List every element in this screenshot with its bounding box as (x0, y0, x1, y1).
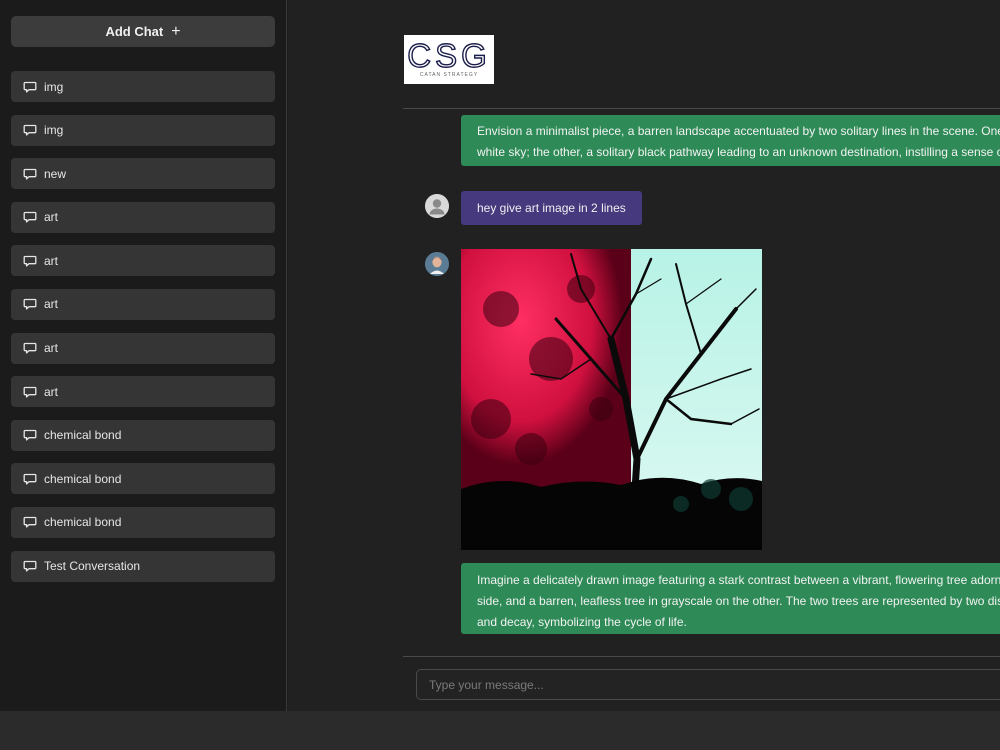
message-line: side, and a barren, leafless tree in gra… (477, 594, 1000, 608)
composer-divider (403, 656, 1000, 657)
chat-item-label: img (44, 79, 64, 94)
add-chat-label: Add Chat (105, 24, 164, 39)
add-chat-button[interactable]: Add Chat + (11, 16, 275, 47)
chat-bubble-icon (23, 297, 37, 311)
message-line: white sky; the other, a solitary black p… (477, 145, 1000, 159)
chat-bubble-icon (23, 515, 37, 529)
bot-avatar (425, 252, 449, 276)
chat-item[interactable]: img (11, 71, 275, 102)
chat-item-label: art (44, 253, 59, 268)
chat-bubble-icon (23, 385, 37, 399)
chat-item-label: chemical bond (44, 471, 122, 486)
chat-item-label: art (44, 384, 59, 399)
chat-item-label: art (44, 297, 59, 312)
chat-item[interactable]: art (11, 376, 275, 408)
chat-bubble-icon (23, 472, 37, 486)
sidebar: Add Chat + img img new art art art art a… (0, 0, 287, 711)
header-divider (403, 108, 1000, 109)
chat-bubble-icon (23, 254, 37, 268)
bottom-bar (0, 711, 1000, 750)
chat-item[interactable]: new (11, 158, 275, 190)
chat-item[interactable]: Test Conversation (11, 550, 275, 582)
message-input[interactable] (416, 669, 1000, 700)
chat-item[interactable]: chemical bond (11, 419, 275, 451)
chat-bubble-icon (23, 167, 37, 181)
generated-art-image (461, 249, 762, 550)
user-message: hey give art image in 2 lines (461, 191, 642, 225)
chat-item-label: chemical bond (44, 428, 122, 443)
chat-main: CSG CATAN STRATEGY Envision a minimalist… (288, 0, 1000, 711)
chat-bubble-icon (23, 428, 37, 442)
chat-item[interactable]: art (11, 245, 275, 277)
brand-logo: CSG CATAN STRATEGY (404, 35, 494, 84)
chat-bubble-icon (23, 123, 37, 137)
chat-item[interactable]: chemical bond (11, 463, 275, 495)
assistant-message: Envision a minimalist piece, a barren la… (461, 115, 1000, 166)
plus-icon: + (171, 22, 181, 40)
chat-item[interactable]: art (11, 201, 275, 233)
chat-item-label: art (44, 341, 59, 356)
chat-item[interactable]: chemical bond (11, 506, 275, 538)
chat-item[interactable]: art (11, 332, 275, 364)
chat-item[interactable]: art (11, 288, 275, 320)
message-line: Envision a minimalist piece, a barren la… (477, 124, 1000, 138)
chat-bubble-icon (23, 341, 37, 355)
logo-subtext: CATAN STRATEGY (419, 72, 479, 78)
chat-bubble-icon (23, 80, 37, 94)
chat-bubble-icon (23, 559, 37, 573)
message-line: and decay, symbolizing the cycle of life… (477, 615, 687, 629)
assistant-message: Imagine a delicately drawn image featuri… (461, 563, 1000, 634)
chat-list: img img new art art art art art chemical… (11, 71, 275, 594)
chat-item-label: Test Conversation (44, 559, 141, 574)
chat-item-label: art (44, 210, 59, 225)
chat-item-label: img (44, 123, 64, 138)
chat-item-label: new (44, 166, 67, 181)
chat-bubble-icon (23, 210, 37, 224)
chat-item[interactable]: img (11, 114, 275, 146)
message-line: Imagine a delicately drawn image featuri… (477, 573, 1000, 587)
chat-item-label: chemical bond (44, 515, 122, 530)
logo-mark: CSG (407, 37, 491, 74)
user-avatar (425, 194, 449, 218)
